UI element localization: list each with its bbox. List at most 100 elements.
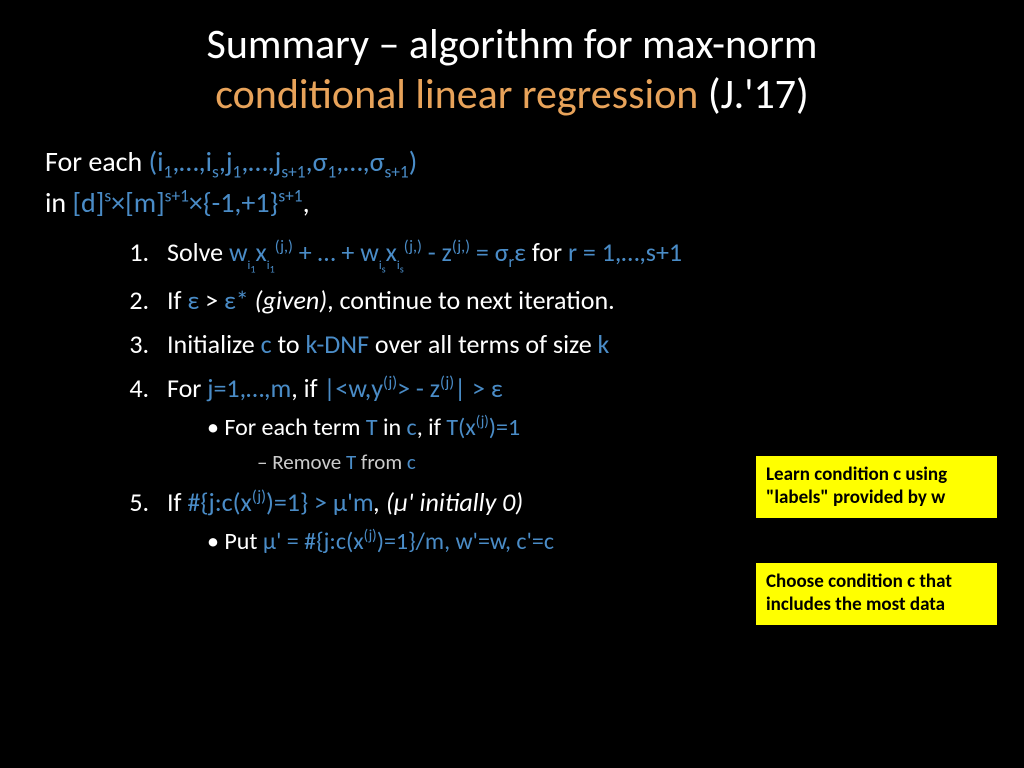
s4yj: (j) — [383, 374, 397, 393]
step-2: If ε > ε* (given), continue to next iter… — [155, 280, 979, 320]
s4btx: T(x — [446, 413, 475, 442]
xi1: i1 — [267, 258, 275, 273]
s5be: )=1}/m — [377, 527, 444, 556]
t-close: ) — [409, 144, 418, 179]
s2-cont: , continue to next iteration. — [327, 284, 615, 316]
s5e2: )=1} > — [266, 486, 333, 518]
intro-prefix: For each — [45, 144, 149, 179]
s4-if: , if — [291, 372, 323, 404]
s5bw: , w'=w — [444, 527, 505, 556]
t-j2: ,…,j — [241, 144, 281, 179]
intro-text: For each (i1,…,is,j1,…,js+1,σ1,…,σs+1) i… — [45, 143, 979, 222]
x2a: x — [386, 236, 397, 268]
s3-k: k — [598, 328, 610, 360]
callout-learn: Learn condition c using "labels" provide… — [755, 455, 998, 519]
s4-range: j=1,…,m — [207, 372, 291, 404]
zjr: (j,) — [452, 237, 470, 256]
s4e2: > - z — [397, 372, 440, 404]
s3-init: Initialize — [167, 328, 261, 360]
s4zj: (j) — [440, 374, 454, 393]
s1-range: r = 1,…,s+1 — [568, 236, 682, 268]
subjsp1: s+1 — [281, 160, 305, 182]
title-suffix: (J.'17) — [698, 69, 808, 120]
s4-for: For — [167, 372, 207, 404]
subsigsp: s+1 — [384, 160, 408, 182]
s3-kdnf: k-DNF — [305, 328, 369, 360]
s3-to: to — [272, 328, 306, 360]
eps1: ε — [514, 236, 526, 268]
xjr1: (j,) — [275, 237, 293, 256]
s1-solve: Solve — [167, 236, 229, 268]
s4c-T: T — [346, 449, 356, 475]
xiss: s — [400, 262, 404, 275]
s4c-from: from — [356, 449, 407, 475]
x1a: x — [256, 236, 267, 268]
s4eps: ε — [491, 372, 503, 404]
s4c-c: c — [407, 449, 416, 475]
intro-comma: , — [303, 185, 310, 220]
t-sig2: ,…,σ — [336, 144, 384, 179]
s5-if: If — [167, 486, 187, 518]
step-5b: Put μ' = #{j:c(x(j))=1}/m, w'=w, c'=c — [207, 523, 979, 560]
subsig1: 1 — [327, 160, 336, 182]
sig: σ — [495, 236, 509, 268]
s5mu: μ'm — [333, 486, 374, 518]
s4b-if: , if — [417, 413, 447, 442]
s3-over: over all terms of size — [369, 328, 598, 360]
intro-domain: [d]s×[m]s+1×{-1,+1}s+1 — [72, 185, 302, 220]
wi1: i1 — [248, 258, 256, 273]
wi1s: 1 — [250, 262, 255, 275]
x2: × — [189, 185, 203, 220]
wiss: s — [382, 262, 386, 275]
t-body: ,…,i — [172, 144, 212, 179]
xjr2: (j,) — [404, 237, 422, 256]
plus: + … + — [293, 236, 360, 268]
s5b-expr: μ' = #{j:c(x(j))=1}/m, w'=w, c'=c — [263, 527, 554, 556]
xis: is — [397, 258, 404, 273]
w1: w — [229, 236, 248, 268]
d1: [d] — [72, 185, 104, 220]
d2: [m] — [125, 185, 165, 220]
t-sig: ,σ — [306, 144, 328, 179]
s4-expr: |<w,y(j)> - z(j)| > ε — [323, 372, 502, 404]
s4b-T: T — [366, 413, 378, 442]
step-3: Initialize c to k-DNF over all terms of … — [155, 324, 979, 364]
s4e1: |<w,y — [323, 372, 383, 404]
s3-c: c — [261, 328, 272, 360]
eq: = — [470, 236, 495, 268]
title-highlight: conditional linear regression — [215, 69, 698, 120]
s5bmu: μ' = #{j:c(x — [263, 527, 364, 556]
d3: {-1,+1} — [203, 185, 279, 220]
s4beq: )=1 — [489, 413, 520, 442]
s5bxj: (j) — [364, 526, 377, 544]
step-5-sub: Put μ' = #{j:c(x(j))=1}/m, w'=w, c'=c — [167, 523, 979, 560]
s4bxj: (j) — [476, 412, 489, 430]
s4b-expr: T(x(j))=1 — [446, 413, 520, 442]
s4e3: | > — [454, 372, 491, 404]
supsp1: s+1 — [165, 184, 189, 206]
s2-if: If — [167, 284, 187, 316]
s5-expr: #{j:c(x(j))=1} > μ'm — [187, 486, 373, 518]
s2-epsstar: ε* — [224, 284, 249, 316]
xi1s: 1 — [270, 262, 275, 275]
s4b-in: in — [378, 413, 407, 442]
t-open: (i — [149, 144, 164, 179]
s4b-for: For each term — [224, 413, 365, 442]
slide-title: Summary – algorithm for max-norm conditi… — [45, 20, 979, 121]
z: z — [442, 236, 452, 268]
intro-in: in — [45, 185, 72, 220]
supsp2: s+1 — [278, 184, 302, 206]
w2: w — [360, 236, 379, 268]
wis: is — [379, 258, 386, 273]
s2-gt: > — [199, 284, 224, 316]
s5xj: (j) — [252, 488, 266, 507]
t-j: ,j — [219, 144, 233, 179]
s5bc: , c'=c — [505, 527, 554, 556]
callout-choose: Choose condition c that includes the mos… — [755, 562, 998, 626]
s4c-rem: Remove — [272, 449, 346, 475]
s4b-c: c — [407, 413, 417, 442]
x1: × — [111, 185, 125, 220]
s2-eps: ε — [187, 284, 199, 316]
title-line1: Summary – algorithm for max-norm — [207, 19, 818, 70]
s1-eq: wi1xi1(j,) + … + wisxis(j,) - z(j,) = σr… — [229, 236, 526, 268]
